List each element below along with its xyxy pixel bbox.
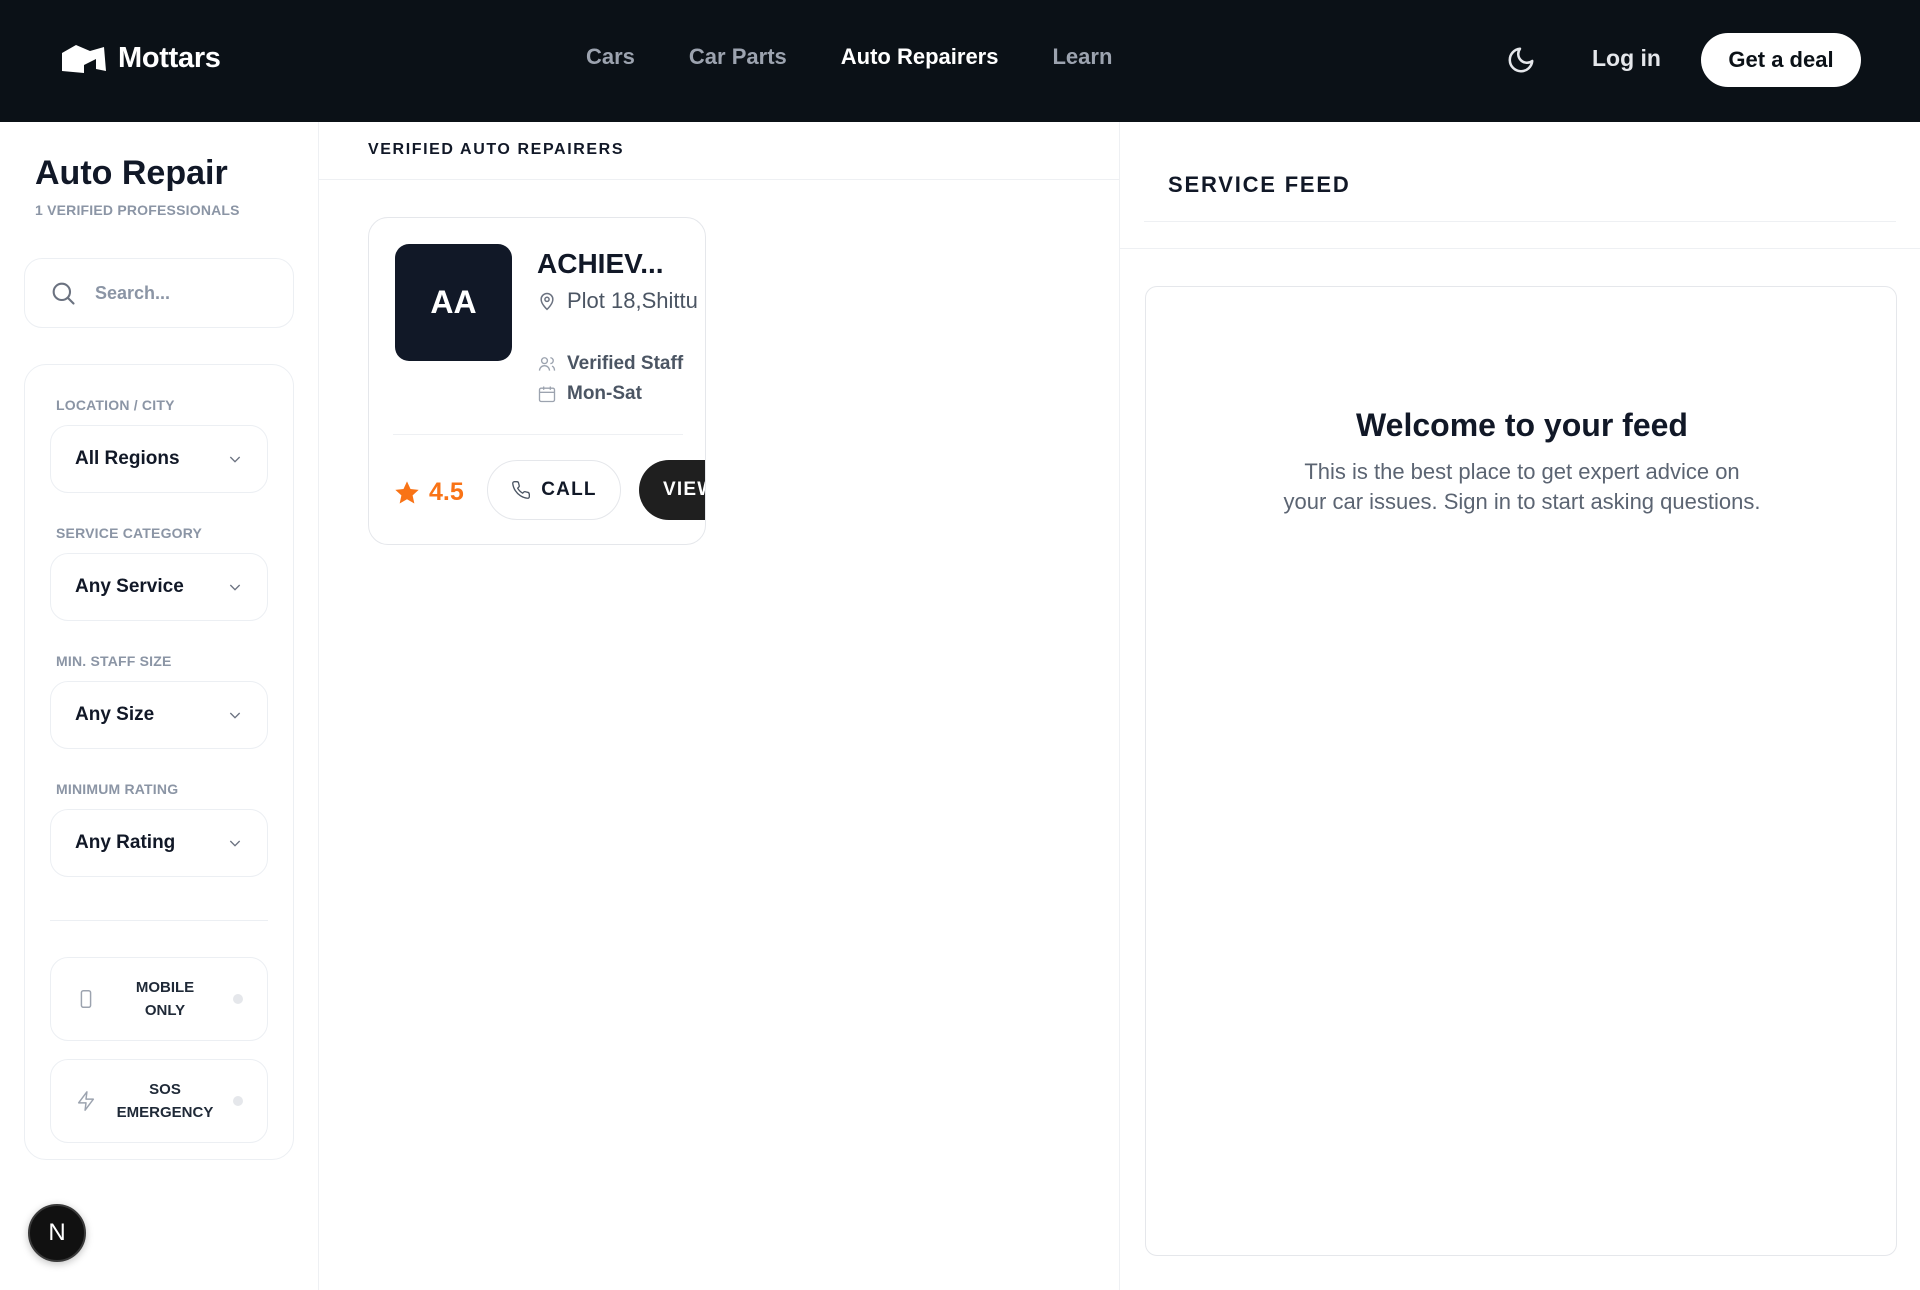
filter-panel: LOCATION / CITY All Regions SERVICE CATE…	[24, 364, 294, 1160]
dev-tools-badge[interactable]: N	[28, 1204, 86, 1262]
star-icon	[395, 480, 419, 503]
service-select[interactable]: Any Service	[50, 553, 268, 621]
section-title: VERIFIED AUTO REPAIRERS	[368, 141, 625, 158]
top-navbar: Mottars Cars Car Parts Auto Repairers Le…	[0, 0, 1920, 122]
page-title: Auto Repair	[35, 154, 228, 192]
rating-filter-label: MINIMUM RATING	[56, 781, 179, 797]
repairer-name: ACHIEV...	[537, 248, 664, 279]
nav-link-auto-repairers[interactable]: Auto Repairers	[841, 44, 999, 70]
sos-label-line1: SOS	[149, 1081, 181, 1098]
staff-size-select[interactable]: Any Size	[50, 681, 268, 749]
call-button-label: CALL	[541, 479, 597, 500]
chevron-down-icon	[229, 584, 241, 591]
repairer-address: Plot 18,Shittu	[537, 288, 698, 314]
location-select[interactable]: All Regions	[50, 425, 268, 493]
service-filter-label: SERVICE CATEGORY	[56, 525, 203, 541]
main-nav: Cars Car Parts Auto Repairers Learn	[586, 44, 1112, 70]
feed-welcome-heading: Welcome to your feed	[1356, 407, 1688, 443]
staff-size-select-value: Any Size	[75, 704, 155, 725]
repairer-avatar: AA	[395, 244, 512, 361]
mobile-only-label: MOBILE ONLY	[97, 976, 233, 1022]
filter-sidebar: Auto Repair 1 VERIFIED PROFESSIONALS LOC…	[0, 122, 319, 1290]
brand-name: Mottars	[118, 42, 221, 74]
brand-logo-link[interactable]: Mottars	[60, 42, 221, 75]
brand-mark-icon	[62, 44, 106, 73]
chevron-down-icon	[229, 456, 241, 463]
rating-select[interactable]: Any Rating	[50, 809, 268, 877]
rating-select-value: Any Rating	[75, 832, 176, 853]
search-icon	[52, 282, 75, 305]
nav-link-learn[interactable]: Learn	[1052, 44, 1112, 70]
service-feed-section: SERVICE FEED Welcome to your feed This i…	[1119, 122, 1920, 1290]
login-link[interactable]: Log in	[1592, 45, 1661, 72]
nav-link-car-parts[interactable]: Car Parts	[689, 44, 787, 70]
section-header: VERIFIED AUTO REPAIRERS	[319, 122, 1119, 180]
sos-emergency-label: SOS EMERGENCY	[97, 1078, 233, 1124]
repairer-staff-text: Verified Staff	[567, 353, 684, 374]
search-input[interactable]	[95, 282, 265, 304]
lightning-icon	[77, 1091, 95, 1111]
repairer-hours-text: Mon-Sat	[567, 383, 642, 404]
call-button[interactable]: CALL	[487, 460, 621, 520]
staff-size-filter-label: MIN. STAFF SIZE	[56, 653, 172, 669]
repairers-list-section: VERIFIED AUTO REPAIRERS AA ACHIEV... Plo…	[319, 122, 1119, 1290]
view-button[interactable]: VIEW	[639, 460, 705, 520]
get-deal-button[interactable]: Get a deal	[1701, 33, 1861, 87]
repairer-card[interactable]: AA ACHIEV... Plot 18,Shittu Verified Sta…	[368, 217, 706, 545]
mobile-only-label-line1: MOBILE	[135, 979, 195, 996]
feed-empty-state: Welcome to your feed This is the best pl…	[1145, 286, 1897, 1256]
nav-link-cars[interactable]: Cars	[586, 44, 635, 70]
mobile-only-label-line2: ONLY	[144, 1002, 186, 1019]
location-filter-label: LOCATION / CITY	[56, 397, 175, 413]
professionals-count: 1 VERIFIED PROFESSIONALS	[35, 202, 240, 218]
feed-header: SERVICE FEED	[1144, 122, 1896, 222]
search-field[interactable]	[24, 258, 294, 328]
card-divider	[393, 434, 683, 435]
chevron-down-icon	[229, 712, 241, 719]
mobile-only-toggle[interactable]: MOBILE ONLY	[50, 957, 268, 1041]
repairer-rating: 4.5	[393, 478, 464, 507]
map-pin-icon	[540, 292, 554, 311]
location-select-value: All Regions	[75, 448, 180, 469]
sos-label-line2: EMERGENCY	[116, 1104, 214, 1121]
users-icon	[538, 357, 556, 371]
feed-divider	[1120, 248, 1920, 249]
feed-title: SERVICE FEED	[1168, 172, 1351, 197]
toggle-indicator	[233, 994, 243, 1004]
filter-divider	[50, 920, 268, 921]
phone-device-icon	[80, 990, 92, 1008]
repairer-hours: Mon-Sat	[537, 383, 642, 405]
repairer-address-text: Plot 18,Shittu	[567, 288, 698, 313]
chevron-down-icon	[229, 840, 241, 847]
service-select-value: Any Service	[75, 576, 184, 597]
sos-emergency-toggle[interactable]: SOS EMERGENCY	[50, 1059, 268, 1143]
repairer-staff: Verified Staff	[537, 353, 683, 375]
calendar-icon	[538, 386, 556, 403]
toggle-indicator	[233, 1096, 243, 1106]
phone-icon	[512, 480, 531, 499]
moon-icon[interactable]	[1506, 45, 1536, 75]
repairer-rating-value: 4.5	[429, 478, 464, 506]
feed-welcome-description: This is the best place to get expert adv…	[1283, 459, 1761, 514]
